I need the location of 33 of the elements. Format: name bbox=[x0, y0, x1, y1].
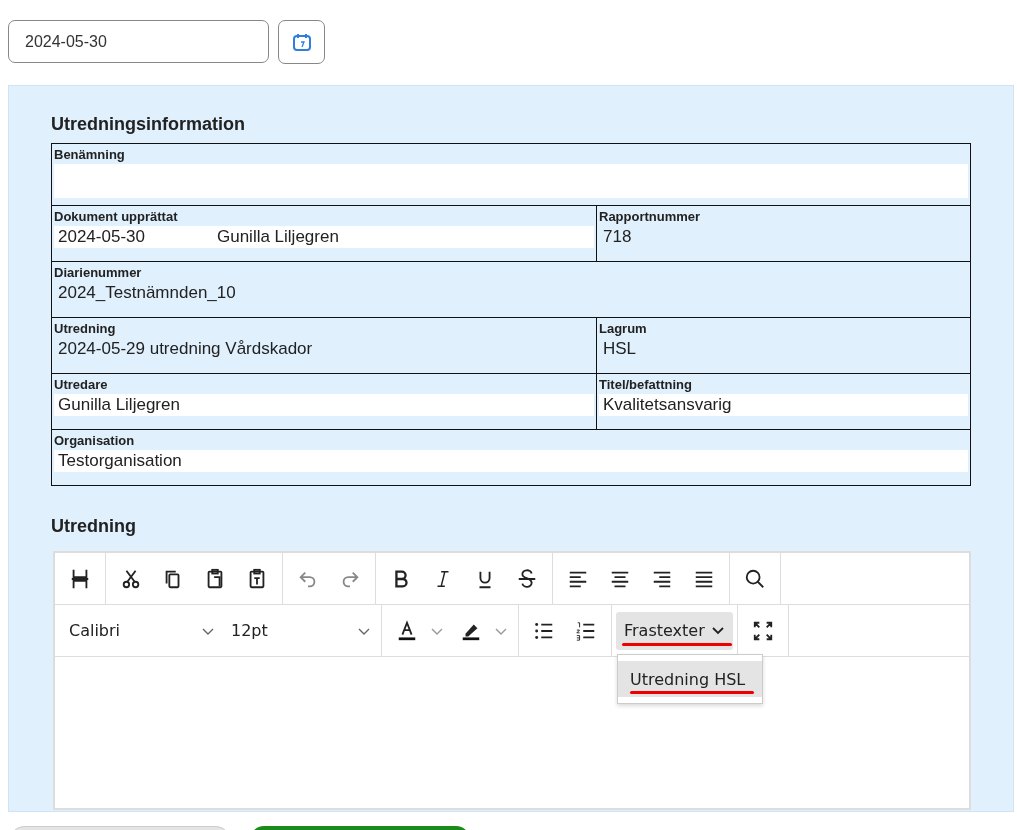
value-text: 2024_Testnämnden_10 bbox=[58, 283, 236, 303]
field-label: Benämning bbox=[54, 146, 126, 164]
pagebreak-icon bbox=[69, 567, 91, 590]
value-text: Kvalitetsansvarig bbox=[603, 395, 732, 415]
field-label: Organisation bbox=[54, 432, 136, 450]
value-text: Gunilla Liljegren bbox=[216, 227, 339, 247]
phrases-menu-button[interactable]: Frastexter bbox=[616, 611, 733, 650]
field-label: Lagrum bbox=[599, 320, 648, 338]
numbered-list-icon bbox=[575, 619, 597, 642]
value-text: Testorganisation bbox=[58, 451, 182, 471]
date-field[interactable]: 2024-05-30 bbox=[8, 20, 269, 63]
value-text: 2024-05-29 utredning Vårdskador bbox=[58, 339, 313, 359]
field-label: Titel/befattning bbox=[599, 376, 693, 394]
calendar-icon bbox=[291, 32, 312, 52]
field-label: Rapportnummer bbox=[599, 208, 702, 226]
search-icon bbox=[744, 567, 766, 590]
value-text: HSL bbox=[603, 339, 637, 359]
field-label: Utredning bbox=[54, 320, 117, 338]
menu-item[interactable]: Utredning HSL bbox=[618, 661, 762, 697]
section-heading: Utredning bbox=[51, 516, 137, 537]
font-select[interactable]: Calibri bbox=[61, 621, 197, 640]
value-text: 2024-05-30 bbox=[58, 227, 145, 247]
size-select[interactable]: 12pt bbox=[223, 621, 353, 640]
strike-icon bbox=[516, 567, 538, 590]
value-text: 718 bbox=[603, 227, 632, 247]
value-text: Gunilla Liljegren bbox=[58, 395, 180, 415]
section-heading: Utredningsinformation bbox=[51, 114, 246, 135]
field-label: Diarienummer bbox=[54, 264, 143, 282]
field-label: Dokument upprättat bbox=[54, 208, 179, 226]
text-color-icon bbox=[396, 619, 418, 642]
calendar-button[interactable] bbox=[278, 20, 325, 64]
fullscreen-icon bbox=[751, 619, 774, 642]
field-label: Utredare bbox=[54, 376, 109, 394]
